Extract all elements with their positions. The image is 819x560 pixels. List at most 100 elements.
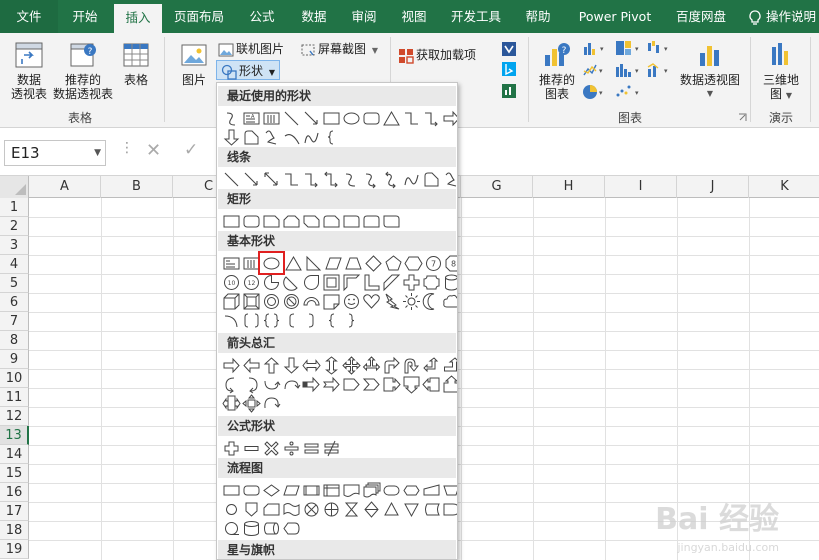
row-header[interactable]: 9 — [0, 350, 29, 369]
screenshot-button[interactable]: 屏幕截图 ▼ — [300, 39, 378, 59]
shapes-button[interactable]: 形状 ▼ — [216, 60, 280, 80]
tab-page-layout[interactable]: 页面布局 — [166, 0, 232, 33]
shape-flowchart-punched-tape[interactable] — [282, 500, 301, 519]
shape-u-turn-arrow[interactable] — [402, 356, 421, 375]
shape-triangle[interactable] — [284, 254, 303, 273]
shape-lightning-bolt[interactable] — [382, 292, 401, 311]
shape-line-arrow[interactable] — [242, 170, 261, 189]
shape-left-arrow[interactable] — [242, 356, 261, 375]
shape-line-arrow[interactable] — [302, 109, 321, 128]
shape-flowchart-sort[interactable] — [362, 500, 381, 519]
tab-help[interactable]: 帮助 — [514, 0, 562, 33]
shape-curved-down-arrow[interactable] — [282, 375, 301, 394]
shape-cross[interactable] — [402, 273, 421, 292]
pivot-chart-button[interactable]: 数据透视图 ▼ — [678, 41, 742, 101]
recommended-pivot-button[interactable]: ? 推荐的 数据透视表 — [52, 41, 114, 101]
shape-flowchart-manual-operation[interactable] — [442, 481, 457, 500]
chevron-down-icon[interactable]: ▼ — [94, 141, 101, 165]
shape-round-diagonal[interactable] — [382, 212, 401, 231]
column-header[interactable]: H — [533, 176, 605, 198]
tab-power-pivot[interactable]: Power Pivot — [572, 0, 658, 33]
bing-maps-icon[interactable] — [501, 61, 517, 77]
shape-flowchart-decision[interactable] — [262, 481, 281, 500]
shape-right-arrow[interactable] — [442, 109, 457, 128]
people-graph-icon[interactable] — [501, 83, 517, 99]
shape-not-equal[interactable] — [322, 439, 341, 458]
shape-rounded-rectangle[interactable] — [242, 212, 261, 231]
shape-flowchart-document[interactable] — [342, 481, 361, 500]
tab-formulas[interactable]: 公式 — [238, 0, 286, 33]
tab-baidu-pan[interactable]: 百度网盘 — [665, 0, 737, 33]
shape-textbox[interactable] — [222, 254, 241, 273]
shape-flowchart-terminator[interactable] — [382, 481, 401, 500]
shape-flowchart-or[interactable] — [322, 500, 341, 519]
column-header[interactable]: J — [677, 176, 749, 198]
column-chart-icon[interactable]: ▾ — [582, 39, 606, 57]
shape-flowchart-offpage-connector[interactable] — [242, 500, 261, 519]
row-header[interactable]: 4 — [0, 255, 29, 274]
shape-notched-right-arrow[interactable] — [322, 375, 341, 394]
shape-flowchart-connector[interactable] — [222, 500, 241, 519]
shape-trapezoid[interactable] — [344, 254, 363, 273]
row-header[interactable]: 12 — [0, 407, 29, 426]
shape-flowchart-sequential-storage[interactable] — [222, 519, 241, 538]
shape-right-arrow[interactable] — [222, 356, 241, 375]
shape-freeform[interactable] — [262, 128, 281, 147]
shape-flowchart-delay[interactable] — [442, 500, 457, 519]
pivot-table-button[interactable]: 数据 透视表 — [8, 41, 50, 101]
shape-frame[interactable] — [322, 273, 341, 292]
shape-equal[interactable] — [302, 439, 321, 458]
shape-folded-corner[interactable] — [322, 292, 341, 311]
tab-view[interactable]: 视图 — [390, 0, 438, 33]
shape-down-arrow[interactable] — [222, 128, 241, 147]
shape-pentagon-arrow[interactable] — [342, 375, 361, 394]
shape-textbox[interactable]: A — [242, 109, 261, 128]
row-header[interactable]: 18 — [0, 521, 29, 540]
row-header[interactable]: 7 — [0, 312, 29, 331]
shape-left-right-arrow-callout[interactable] — [222, 394, 241, 413]
shape-moon[interactable] — [422, 292, 441, 311]
shape-striped-right-arrow[interactable] — [302, 375, 321, 394]
shape-right-triangle[interactable] — [304, 254, 323, 273]
column-header[interactable]: B — [101, 176, 173, 198]
shape-pie[interactable] — [262, 273, 281, 292]
shape-can[interactable] — [442, 273, 457, 292]
shape-circular-arrow[interactable] — [262, 394, 281, 413]
dialog-launcher-icon[interactable] — [738, 113, 747, 122]
shape-chevron[interactable] — [362, 375, 381, 394]
visio-addin-icon[interactable] — [501, 41, 517, 57]
row-header[interactable]: 17 — [0, 502, 29, 521]
tab-data[interactable]: 数据 — [290, 0, 338, 33]
shape-pentagon[interactable] — [384, 254, 403, 273]
3d-map-button[interactable]: 三维地 图 ▼ — [756, 41, 806, 103]
shape-diagonal-stripe[interactable] — [382, 273, 401, 292]
shape-up-arrow[interactable] — [262, 356, 281, 375]
shape-hexagon[interactable] — [404, 254, 423, 273]
shape-curved-connector[interactable] — [342, 170, 361, 189]
shape-elbow-double-arrow[interactable] — [322, 170, 341, 189]
shape-rectangle[interactable] — [322, 109, 341, 128]
shape-flowchart-manual-input[interactable] — [422, 481, 441, 500]
shape-curve[interactable] — [402, 170, 421, 189]
scatter-chart-icon[interactable]: ▾ — [614, 83, 642, 101]
shape-curved-double-arrow[interactable] — [382, 170, 401, 189]
shape-vertical-textbox[interactable] — [262, 109, 281, 128]
shape-left-brace[interactable] — [322, 128, 341, 147]
shape-triangle[interactable] — [382, 109, 401, 128]
shape-curve[interactable] — [222, 109, 241, 128]
shape-up-down-arrow[interactable] — [322, 356, 341, 375]
get-addins-button[interactable]: 获取加载项 — [398, 45, 476, 65]
column-header[interactable]: G — [461, 176, 533, 198]
shape-line[interactable] — [282, 109, 301, 128]
shape-teardrop[interactable] — [302, 273, 321, 292]
shape-flowchart-multidocument[interactable] — [362, 481, 381, 500]
tab-file[interactable]: 文件 — [0, 0, 58, 33]
statistic-chart-icon[interactable]: ▾ — [614, 61, 642, 79]
shape-donut[interactable] — [262, 292, 281, 311]
shape-snip-same-side[interactable] — [282, 212, 301, 231]
shape-sun[interactable] — [402, 292, 421, 311]
shape-left-brace[interactable] — [322, 311, 341, 330]
shape-plaque[interactable] — [422, 273, 441, 292]
shape-curved-right-arrow[interactable] — [222, 375, 241, 394]
shape-rectangle[interactable] — [222, 212, 241, 231]
